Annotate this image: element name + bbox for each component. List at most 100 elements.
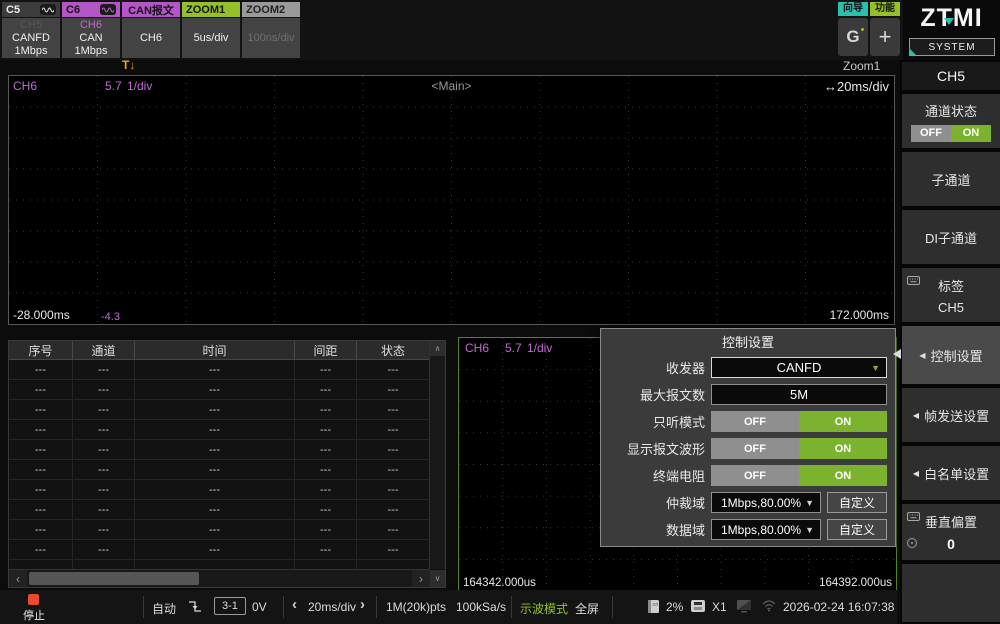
table-cell: --- xyxy=(295,420,357,439)
table-cell: --- xyxy=(135,480,295,499)
table-row[interactable]: --------------- xyxy=(9,440,430,460)
term-resistor-label: 终端电阻 xyxy=(609,466,705,485)
show-frame-wave-toggle: OFF ON xyxy=(711,438,887,459)
tab-zoom2[interactable]: ZOOM2 100ns/div xyxy=(242,2,300,58)
data-field-custom-button[interactable]: 自定义 xyxy=(827,519,887,540)
sub-channel-button[interactable]: 子通道 xyxy=(902,152,1000,206)
table-cell: --- xyxy=(73,400,135,419)
system-corner-accent xyxy=(909,48,916,55)
table-cell: --- xyxy=(135,380,295,399)
table-cell: --- xyxy=(9,400,73,419)
toggle-off[interactable]: OFF xyxy=(711,465,799,486)
table-row[interactable]: --------------- xyxy=(9,420,430,440)
channel-state-panel[interactable]: 通道状态 OFF ON xyxy=(902,94,1000,148)
max-frames-input[interactable]: 5M xyxy=(711,384,887,405)
table-cell: --- xyxy=(9,380,73,399)
table-cell: --- xyxy=(9,460,73,479)
system-button[interactable]: SYSTEM xyxy=(909,38,995,56)
table-cell: --- xyxy=(357,480,430,499)
whitelist-settings-button[interactable]: ◀ 白名单设置 xyxy=(902,446,1000,500)
selected-pointer-icon xyxy=(893,349,901,359)
toggle-on[interactable]: ON xyxy=(799,465,887,486)
table-row[interactable]: --------------- xyxy=(9,520,430,540)
table-cell: --- xyxy=(135,460,295,479)
function-label: 功能 xyxy=(870,2,900,16)
table-row[interactable]: --------------- xyxy=(9,480,430,500)
toggle-off[interactable]: OFF xyxy=(711,411,799,432)
arbitration-custom-button[interactable]: 自定义 xyxy=(827,492,887,513)
table-cell: --- xyxy=(295,360,357,379)
table-row[interactable]: --------------- xyxy=(9,540,430,560)
table-row[interactable]: --------------- xyxy=(9,360,430,380)
tab-c5[interactable]: C5 CH5 CANFD 1Mbps xyxy=(2,2,60,58)
toggle-on[interactable]: ON xyxy=(951,125,991,142)
horizontal-scroll-thumb[interactable] xyxy=(29,572,199,585)
term-resistor-toggle: OFF ON xyxy=(711,465,887,486)
function-button[interactable]: 功能 + xyxy=(870,2,900,56)
tab-zoom1[interactable]: ZOOM1 5us/div xyxy=(182,2,240,58)
trigger-level[interactable]: 0V xyxy=(252,600,267,614)
scroll-right-icon[interactable]: › xyxy=(412,570,430,587)
control-settings-button[interactable]: ◀ 控制设置 xyxy=(902,326,1000,384)
tab-c6[interactable]: C6 CH6 CAN 1Mbps xyxy=(62,2,120,58)
dialog-title: 控制设置 xyxy=(601,332,895,354)
trigger-position-marker[interactable]: T↓ xyxy=(122,58,135,72)
scroll-up-icon[interactable]: ∧ xyxy=(430,341,445,356)
table-cell: --- xyxy=(135,540,295,559)
table-cell: --- xyxy=(357,400,430,419)
main-waveform-area[interactable]: CH6 5.7 1/div <Main> ↔20ms/div -28.000ms… xyxy=(8,75,895,325)
timebase-value[interactable]: 20ms/div xyxy=(308,600,356,614)
table-cell: --- xyxy=(9,440,73,459)
vertical-offset-panel[interactable]: 垂直偏置 0 xyxy=(902,504,1000,560)
data-field-dropdown[interactable]: 1Mbps,80.00% ▼ xyxy=(711,519,821,540)
scroll-left-icon[interactable]: ‹ xyxy=(9,570,27,587)
toggle-off[interactable]: OFF xyxy=(711,438,799,459)
table-cell: --- xyxy=(9,500,73,519)
table-cell: --- xyxy=(135,440,295,459)
arbitration-label: 仲裁域 xyxy=(609,493,705,512)
channel-state-toggle: OFF ON xyxy=(911,125,991,142)
table-cell: --- xyxy=(295,500,357,519)
scope-mode-button[interactable]: 示波模式 xyxy=(520,600,568,617)
trigger-edge-icon[interactable] xyxy=(188,599,205,619)
table-row[interactable]: --------------- xyxy=(9,400,430,420)
toggle-on[interactable]: ON xyxy=(799,411,887,432)
frame-send-settings-button[interactable]: ◀ 帧发送设置 xyxy=(902,388,1000,442)
scroll-down-icon[interactable]: ∨ xyxy=(429,570,445,587)
listen-only-toggle: OFF ON xyxy=(711,411,887,432)
transceiver-dropdown[interactable]: CANFD ▼ xyxy=(711,357,887,378)
tab-can-message[interactable]: CAN报文 CH6 xyxy=(122,2,180,58)
timebase-increase-icon[interactable]: › xyxy=(360,596,365,613)
trigger-source[interactable]: 3-1 xyxy=(214,597,246,615)
tab-c5-protocol: CANFD xyxy=(12,32,50,45)
di-sub-channel-button[interactable]: DI子通道 xyxy=(902,210,1000,264)
table-row[interactable]: --------------- xyxy=(9,460,430,480)
table-cell: --- xyxy=(295,380,357,399)
table-cell: --- xyxy=(295,460,357,479)
table-cell: --- xyxy=(357,420,430,439)
table-cell: --- xyxy=(135,520,295,539)
timebase-decrease-icon[interactable]: ‹ xyxy=(292,596,297,613)
table-cell: --- xyxy=(73,500,135,519)
zoom-time-left: 164342.000us xyxy=(463,577,536,589)
vertical-scrollbar[interactable]: ∧ xyxy=(429,341,445,569)
trigger-mode[interactable]: 自动 xyxy=(152,600,176,617)
top-bar: C5 CH5 CANFD 1Mbps C6 CH6 CAN 1Mbps CA xyxy=(0,0,1000,60)
label-panel[interactable]: 标签 CH5 xyxy=(902,268,1000,322)
horizontal-scrollbar[interactable]: ‹ › xyxy=(9,569,430,587)
table-cell: --- xyxy=(9,480,73,499)
table-cell: --- xyxy=(135,500,295,519)
disk-icon xyxy=(690,599,706,618)
table-cell: --- xyxy=(9,520,73,539)
storage-usage: 2% xyxy=(666,600,683,614)
label-value: CH5 xyxy=(938,300,964,315)
toggle-off[interactable]: OFF xyxy=(911,125,951,142)
toggle-on[interactable]: ON xyxy=(799,438,887,459)
chevron-left-icon: ◀ xyxy=(913,469,919,478)
tab-can-message-channel: CH6 xyxy=(140,32,162,45)
fullscreen-button[interactable]: 全屏 xyxy=(575,600,599,617)
table-row[interactable]: --------------- xyxy=(9,500,430,520)
table-row[interactable]: --------------- xyxy=(9,380,430,400)
arbitration-dropdown[interactable]: 1Mbps,80.00% ▼ xyxy=(711,492,821,513)
guide-button[interactable]: 向导 G xyxy=(838,2,868,56)
